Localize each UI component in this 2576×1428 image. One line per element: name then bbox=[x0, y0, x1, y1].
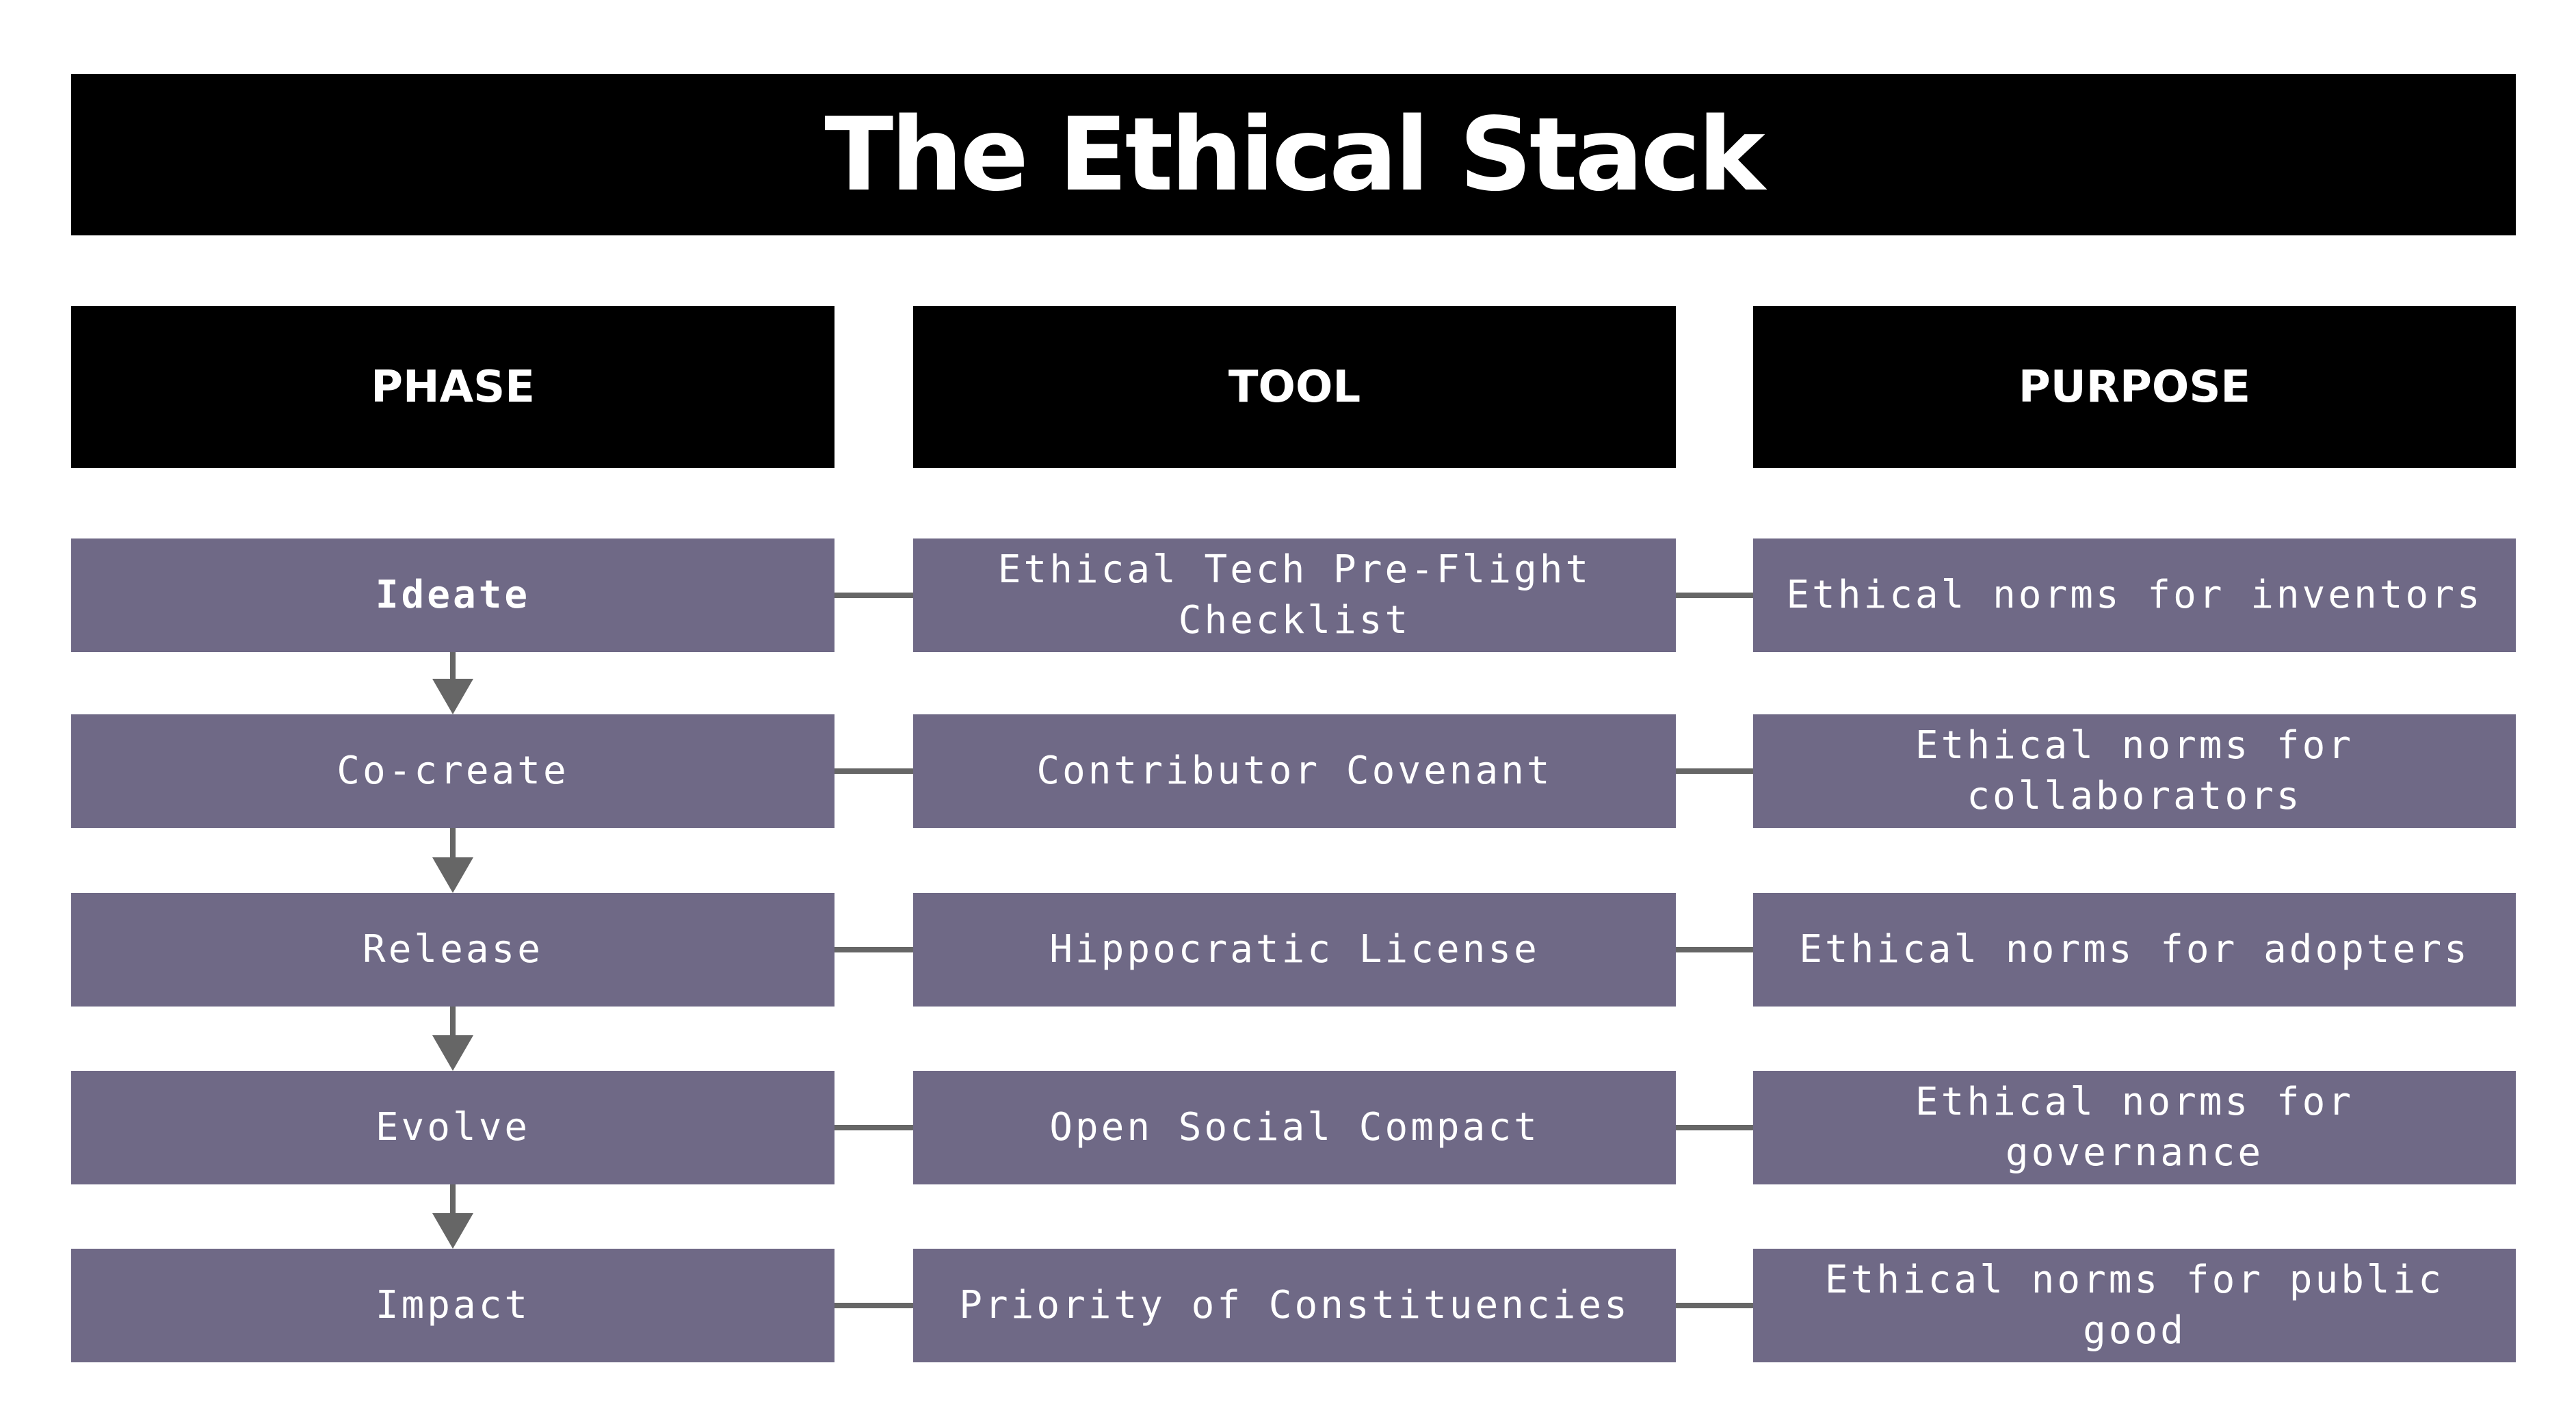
purpose-adopters: Ethical norms for adopters bbox=[1753, 893, 2516, 1007]
purpose-public-good: Ethical norms for public good bbox=[1753, 1249, 2516, 1362]
tool-open-social-compact: Open Social Compact bbox=[913, 1071, 1676, 1184]
phase-release: Release bbox=[71, 893, 834, 1007]
link-line bbox=[834, 593, 913, 598]
link-line bbox=[1676, 947, 1753, 952]
link-line bbox=[834, 947, 913, 952]
header-tool: TOOL bbox=[913, 306, 1676, 468]
tool-priority-of-constituencies: Priority of Constituencies bbox=[913, 1249, 1676, 1362]
down-arrow-icon bbox=[432, 1184, 473, 1249]
link-line bbox=[834, 768, 913, 774]
purpose-inventors: Ethical norms for inventors bbox=[1753, 538, 2516, 652]
header-phase: PHASE bbox=[71, 306, 834, 468]
purpose-collaborators: Ethical norms for collaborators bbox=[1753, 714, 2516, 828]
phase-ideate: Ideate bbox=[71, 538, 834, 652]
link-line bbox=[1676, 1125, 1753, 1130]
phase-co-create: Co-create bbox=[71, 714, 834, 828]
down-arrow-icon bbox=[432, 1007, 473, 1071]
link-line bbox=[1676, 1303, 1753, 1308]
link-line bbox=[834, 1125, 913, 1130]
link-line bbox=[1676, 593, 1753, 598]
purpose-governance: Ethical norms for governance bbox=[1753, 1071, 2516, 1184]
link-line bbox=[1676, 768, 1753, 774]
page-title: The Ethical Stack bbox=[824, 96, 1765, 213]
tool-contributor-covenant: Contributor Covenant bbox=[913, 714, 1676, 828]
link-line bbox=[834, 1303, 913, 1308]
header-purpose: PURPOSE bbox=[1753, 306, 2516, 468]
phase-impact: Impact bbox=[71, 1249, 834, 1362]
title-bar: The Ethical Stack bbox=[71, 74, 2516, 235]
down-arrow-icon bbox=[432, 652, 473, 714]
tool-hippocratic-license: Hippocratic License bbox=[913, 893, 1676, 1007]
tool-preflight-checklist: Ethical Tech Pre-Flight Checklist bbox=[913, 538, 1676, 652]
down-arrow-icon bbox=[432, 828, 473, 893]
phase-evolve: Evolve bbox=[71, 1071, 834, 1184]
